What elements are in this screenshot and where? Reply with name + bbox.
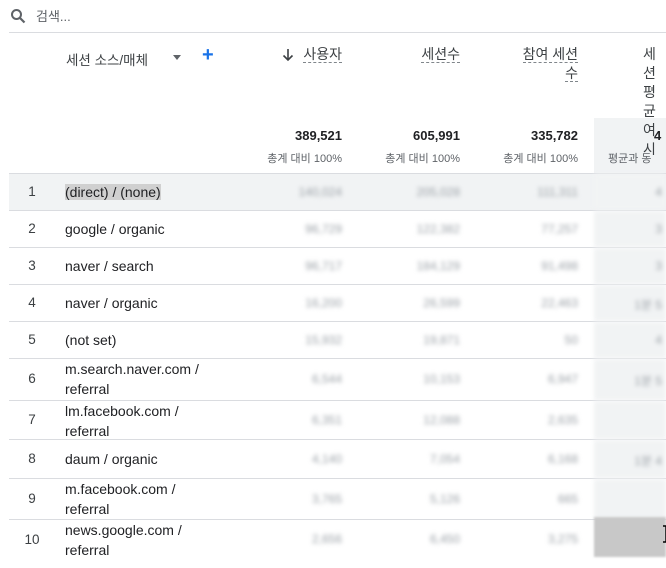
row-rank: 2 [28, 221, 36, 236]
report-table: 세션 소스/매체 + 사용자 389,521 총계 대비 100% 세션수 60… [9, 32, 666, 568]
metric-header-engaged-sessions[interactable]: 참여 세션 수 335,782 총계 대비 100% [470, 33, 588, 173]
table-row[interactable]: 7 lm.facebook.com / referral 6,351 12,088… [9, 400, 666, 439]
dimension-header: 세션 소스/매체 + [9, 33, 239, 173]
cell-engaged: 6,947 [547, 372, 578, 386]
metric-header-avg-engagement[interactable]: 세션 평균 여 시 4 평균과 동 [594, 33, 666, 173]
metric-pct: 총계 대비 100% [385, 153, 460, 165]
row-dimension[interactable]: google / organic [65, 219, 235, 239]
metric-name-line1: 참여 세션 [522, 46, 578, 63]
cell-engaged: 50 [564, 333, 578, 347]
chevron-down-icon[interactable] [173, 55, 181, 60]
table-row[interactable]: 10 news.google.com / referral 2,656 6,450… [9, 519, 666, 559]
cell-sessions: 5,126 [429, 492, 460, 506]
metric-total: 335,782 [531, 128, 578, 143]
row-rank: 3 [28, 258, 36, 273]
cell-engaged: 91,498 [541, 259, 578, 273]
row-dimension[interactable]: naver / search [65, 256, 235, 276]
cell-engaged: 6,168 [547, 452, 578, 466]
row-dimension[interactable]: news.google.com / referral [65, 520, 235, 560]
table-row[interactable]: 3 naver / search 96,717 184,129 91,498 3 [9, 247, 666, 284]
dimension-selector-label[interactable]: 세션 소스/매체 [66, 49, 148, 69]
cell-users: 6,351 [311, 413, 342, 427]
cell-users: 2,656 [311, 532, 342, 546]
search-icon [10, 8, 26, 24]
row-rank: 10 [24, 532, 40, 547]
cell-avg: 3 [594, 248, 666, 284]
cell-avg: 3 [594, 211, 666, 247]
cell-users: 4,140 [311, 452, 342, 466]
cell-avg [594, 401, 666, 439]
search-bar[interactable] [0, 0, 666, 32]
table-row[interactable]: 2 google / organic 96,729 122,382 77,257… [9, 210, 666, 247]
cell-avg: 4 [594, 322, 666, 358]
metric-pct: 총계 대비 100% [503, 153, 578, 165]
cell-avg: 4 [594, 174, 666, 210]
metric-name-line1: 세션 [643, 46, 656, 81]
cell-engaged: 111,311 [537, 185, 578, 199]
table-row[interactable]: 5 (not set) 15,932 19,871 50 4 [9, 321, 666, 358]
row-dimension[interactable]: naver / organic [65, 293, 235, 313]
row-rank: 5 [28, 332, 36, 347]
metric-name: 세션수 [421, 46, 460, 63]
cell-engaged: 22,463 [541, 296, 578, 310]
text-cursor-icon [663, 525, 666, 543]
table-row[interactable]: 8 daum / organic 4,140 7,054 6,168 1분 4 [9, 439, 666, 478]
cell-engaged: 665 [557, 492, 578, 506]
add-dimension-button[interactable]: + [202, 45, 214, 65]
cell-sessions: 6,450 [429, 532, 460, 546]
cell-engaged: 77,257 [541, 222, 578, 236]
metric-header-users[interactable]: 사용자 389,521 총계 대비 100% [239, 33, 352, 173]
metric-total: 605,991 [413, 128, 460, 143]
cell-users: 140,024 [298, 185, 342, 199]
row-rank: 7 [28, 412, 36, 427]
row-dimension[interactable]: daum / organic [65, 449, 235, 469]
row-rank: 4 [28, 295, 36, 310]
table-row[interactable]: 9 m.facebook.com / referral 3,765 5,126 6… [9, 478, 666, 519]
cell-sessions: 26,599 [423, 296, 460, 310]
row-rank: 8 [28, 451, 36, 466]
row-dimension[interactable]: (not set) [65, 330, 235, 350]
table-row[interactable]: 1 (direct) / (none) 140,024 205,028 111,… [9, 173, 666, 210]
table-row[interactable]: 4 naver / organic 16,200 26,599 22,463 1… [9, 284, 666, 321]
metric-name: 사용자 [303, 46, 342, 63]
cell-engaged: 3,275 [547, 532, 578, 546]
row-dimension[interactable]: m.search.naver.com / referral [65, 359, 235, 399]
table-row[interactable]: 6 m.search.naver.com / referral 6,544 10,… [9, 358, 666, 400]
metric-name-line2: 평균 [643, 84, 656, 119]
cell-users: 96,729 [305, 222, 342, 236]
metric-header-sessions[interactable]: 세션수 605,991 총계 대비 100% [352, 33, 470, 173]
cell-avg: 1분 5 [594, 359, 666, 400]
cell-users: 15,932 [305, 333, 342, 347]
cell-users: 3,765 [311, 492, 342, 506]
cell-users: 6,544 [311, 372, 342, 386]
row-dimension[interactable]: m.facebook.com / referral [65, 479, 235, 519]
cell-sessions: 184,129 [416, 259, 460, 273]
row-rank: 9 [28, 491, 36, 506]
row-rank: 6 [28, 371, 36, 386]
metric-pct: 평균과 동 [608, 153, 652, 165]
cell-sessions: 12,088 [423, 413, 460, 427]
search-input[interactable] [36, 8, 336, 24]
cell-sessions: 19,871 [423, 333, 460, 347]
metric-pct: 총계 대비 100% [267, 153, 342, 165]
cell-users: 96,717 [305, 259, 342, 273]
highlighted-cell [594, 517, 666, 557]
cell-avg: 1분 5 [594, 285, 666, 321]
cell-sessions: 122,382 [416, 222, 460, 236]
cell-engaged: 2,635 [547, 413, 578, 427]
cell-sessions: 205,028 [416, 185, 460, 199]
metric-name-line2: 수 [565, 65, 578, 82]
cell-users: 16,200 [305, 296, 342, 310]
sort-arrow-down-icon[interactable] [282, 48, 294, 62]
cell-avg: 1분 4 [594, 440, 666, 478]
metric-total: 4 [654, 128, 662, 143]
row-dimension[interactable]: (direct) / (none) [65, 182, 235, 202]
row-dimension[interactable]: lm.facebook.com / referral [65, 401, 235, 441]
row-rank: 1 [28, 184, 36, 199]
cell-sessions: 10,153 [423, 372, 460, 386]
cell-sessions: 7,054 [429, 452, 460, 466]
metric-total: 389,521 [295, 128, 342, 143]
cell-avg [594, 479, 666, 519]
